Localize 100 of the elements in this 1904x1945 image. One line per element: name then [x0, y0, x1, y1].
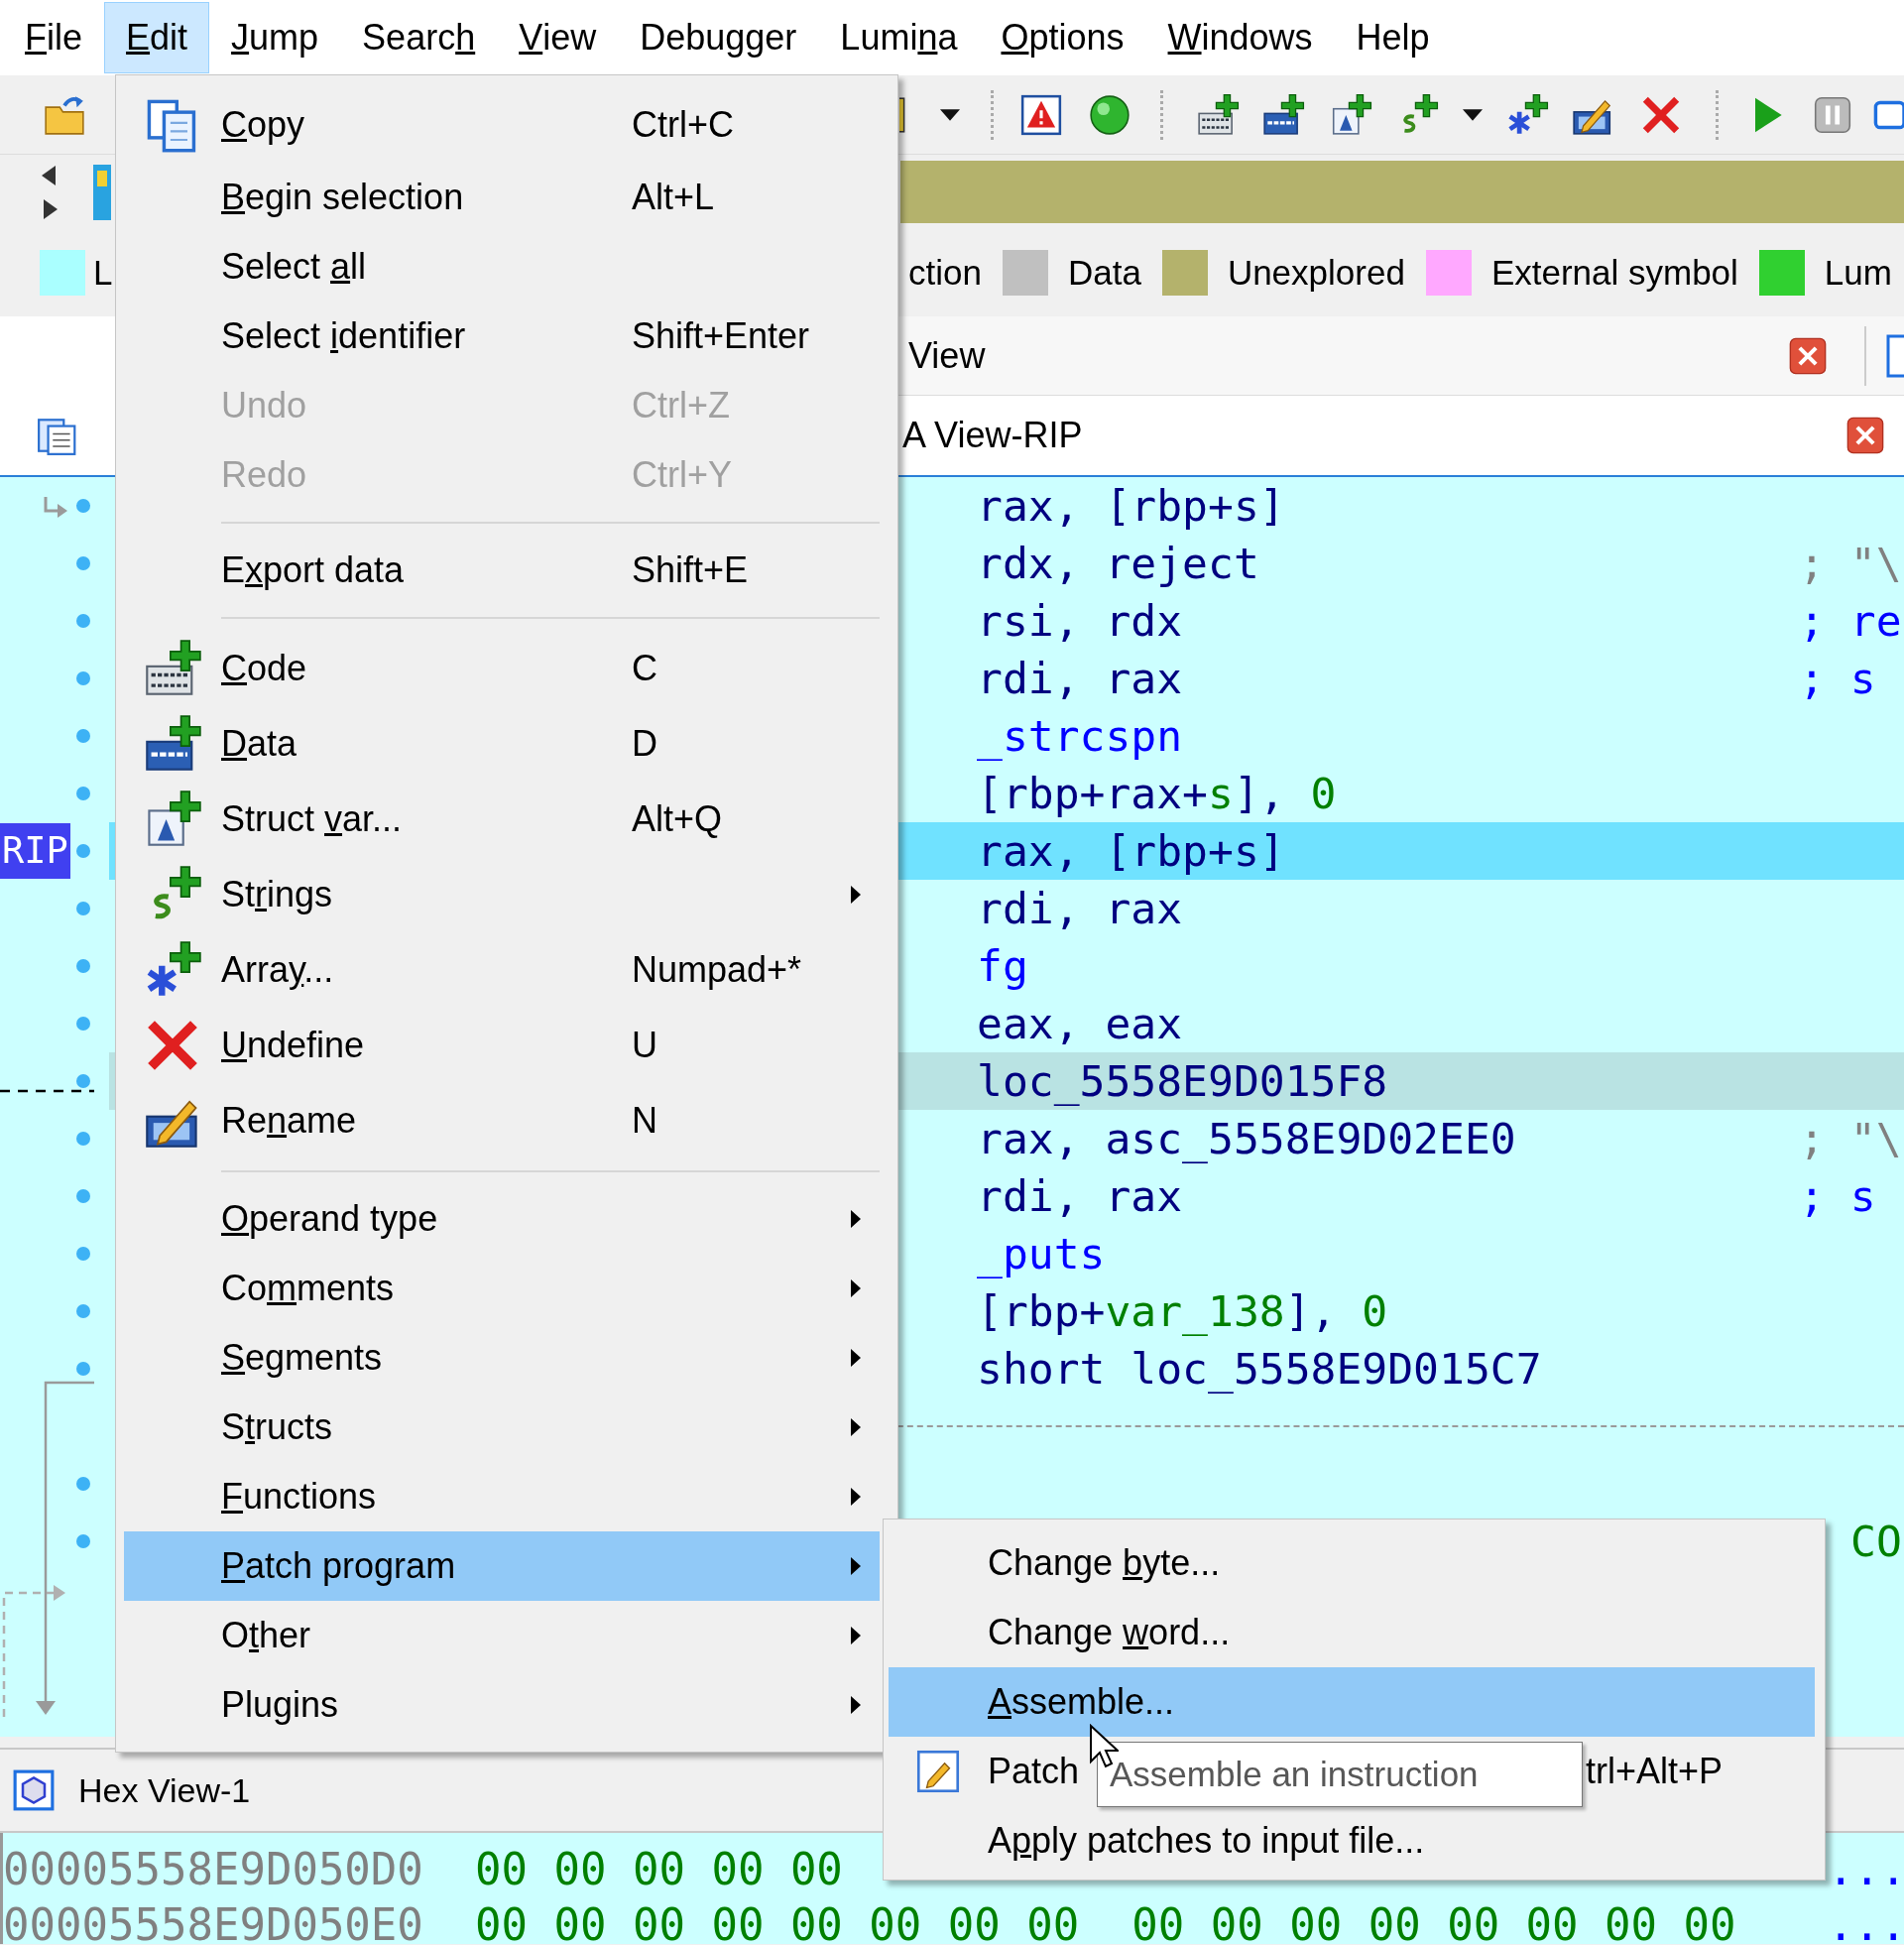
code-label: loc_5558E9D015F8	[977, 1056, 1389, 1106]
submenu-arrow-icon	[851, 1349, 861, 1367]
line-dot	[76, 1247, 90, 1261]
caret-icon[interactable]	[940, 108, 960, 121]
line-dot	[76, 1534, 90, 1548]
menu-item[interactable]: Export data Shift+E	[124, 536, 880, 605]
window-icon[interactable]	[1886, 333, 1904, 378]
menu-item[interactable]: Other	[124, 1601, 880, 1670]
tab-title[interactable]: View	[908, 334, 986, 377]
comment-text: ; s	[1799, 1171, 1876, 1221]
asterisk-plus-icon[interactable]	[1505, 92, 1549, 137]
hex-address: 00005558E9D050D0	[3, 1843, 423, 1894]
hex-address: 00005558E9D050E0	[3, 1898, 423, 1945]
close-icon[interactable]	[1846, 417, 1884, 454]
comment-text: ; "\	[1799, 1114, 1902, 1163]
instruction-text: rax, asc_5558E9D02EE0	[977, 1114, 1517, 1163]
menu-item[interactable]: Strings	[124, 857, 880, 932]
tooltip-text: Assemble an instruction	[1110, 1755, 1479, 1794]
line-dot	[76, 1477, 90, 1491]
warning-icon[interactable]	[1019, 92, 1063, 137]
menu-item[interactable]: Structs	[124, 1393, 880, 1462]
line-dot	[76, 1362, 90, 1376]
shortcut-text: Shift+Enter	[632, 315, 811, 357]
menu-item[interactable]: Array... Numpad+*	[124, 932, 880, 1008]
legend-label: Unexplored	[1227, 253, 1405, 293]
instruction-text: _strcspn	[977, 711, 1184, 761]
line-dot	[76, 959, 90, 973]
menu-item[interactable]: Change word...	[889, 1598, 1815, 1667]
shortcut-text: N	[632, 1100, 658, 1142]
comment-text: ; "\	[1799, 539, 1902, 588]
instruction-text: rdi, rax	[977, 654, 1184, 703]
shortcut-text: D	[632, 723, 658, 765]
menu-item[interactable]: Select identifier Shift+Enter	[124, 302, 880, 371]
menu-item[interactable]: Comments	[124, 1254, 880, 1323]
menu-bar-item[interactable]: Help	[1334, 2, 1452, 73]
line-dot	[76, 1189, 90, 1203]
ascii-text: ...	[1828, 1898, 1904, 1945]
instruction-text: _puts	[977, 1229, 1107, 1278]
menu-bar-item[interactable]: Edit	[104, 2, 210, 73]
block-plus-icon[interactable]	[1196, 92, 1240, 137]
panel-title: A View-RIP	[902, 415, 1083, 456]
menu-item[interactable]: Copy Ctrl+C	[124, 87, 880, 163]
line-dot	[76, 902, 90, 915]
menu-item[interactable]: Assemble...	[889, 1667, 1815, 1737]
menu-bar-item[interactable]: Lumina	[818, 2, 980, 73]
menu-bar-item[interactable]: Search	[340, 2, 498, 73]
menu-item[interactable]: Begin selection Alt+L	[124, 163, 880, 232]
menu-item[interactable]: Operand type	[124, 1184, 880, 1254]
submenu-arrow-icon	[851, 1279, 861, 1297]
panel-plus-icon	[143, 714, 202, 774]
close-icon[interactable]	[1789, 336, 1827, 375]
submenu-arrow-icon	[851, 1627, 861, 1644]
line-dot	[76, 614, 90, 628]
pencil-icon	[915, 1749, 961, 1794]
comment-text: ; s	[1799, 654, 1876, 703]
instruction-text: fg	[977, 941, 1029, 991]
shortcut-text: U	[632, 1025, 658, 1066]
menu-item[interactable]: Patch program	[124, 1531, 880, 1601]
menu-bar-item[interactable]: Debugger	[618, 2, 819, 73]
line-dot	[76, 787, 90, 800]
menu-item[interactable]: Undefine U	[124, 1008, 880, 1083]
menu-bar-item[interactable]: File	[3, 2, 105, 73]
shortcut-text: C	[632, 648, 658, 689]
menu-item[interactable]: Segments	[124, 1323, 880, 1393]
line-dot	[76, 1132, 90, 1146]
menu-item[interactable]: Plugins	[124, 1670, 880, 1740]
shortcut-text: Alt+L	[632, 177, 716, 218]
submenu-arrow-icon	[851, 1557, 861, 1575]
submenu-arrow-icon	[851, 1488, 861, 1506]
ascii-text: ...	[1828, 1843, 1904, 1894]
panel-title: Hex View-1	[78, 1770, 251, 1810]
menu-item[interactable]: Struct var... Alt+Q	[124, 782, 880, 857]
menu-item[interactable]: Select all	[124, 232, 880, 302]
line-dot	[76, 556, 90, 570]
menu-bar-item[interactable]: Windows	[1145, 2, 1335, 73]
submenu-arrow-icon	[851, 1696, 861, 1714]
panel-plus-icon[interactable]	[1261, 92, 1305, 137]
menu-item[interactable]: Rename N	[124, 1083, 880, 1158]
menu-item[interactable]: Functions	[124, 1462, 880, 1531]
comment-text: CO	[1850, 1517, 1902, 1566]
menu-item[interactable]: Code C	[124, 631, 880, 706]
hex-bytes: 00 00 00 00 00 00 00 00 00 00 00 00 00 00 00 00	[475, 1898, 1736, 1945]
menu-item[interactable]: Data D	[124, 706, 880, 782]
circle-icon[interactable]	[1088, 92, 1131, 137]
legend-label: External symbol	[1490, 253, 1738, 293]
menu-bar-item[interactable]: View	[497, 2, 619, 73]
line-dot	[76, 1074, 90, 1088]
shortcut-text: trl+Alt+P	[1586, 1751, 1725, 1792]
line-dot	[76, 1017, 90, 1031]
menu-bar-item[interactable]: Options	[979, 2, 1146, 73]
line-dot	[76, 844, 90, 858]
shortcut-text: Ctrl+Y	[632, 454, 734, 496]
shortcut-text: Ctrl+C	[632, 104, 735, 146]
caret-icon[interactable]	[1463, 108, 1483, 121]
color-strip-icon	[93, 164, 111, 220]
menu-item[interactable]: Apply patches to input file...	[889, 1806, 1815, 1876]
menu-bar-item[interactable]: Jump	[209, 2, 341, 73]
menu-item[interactable]: Change byte...	[889, 1528, 1815, 1598]
line-dot	[76, 729, 90, 743]
shortcut-text: Alt+Q	[632, 798, 724, 840]
